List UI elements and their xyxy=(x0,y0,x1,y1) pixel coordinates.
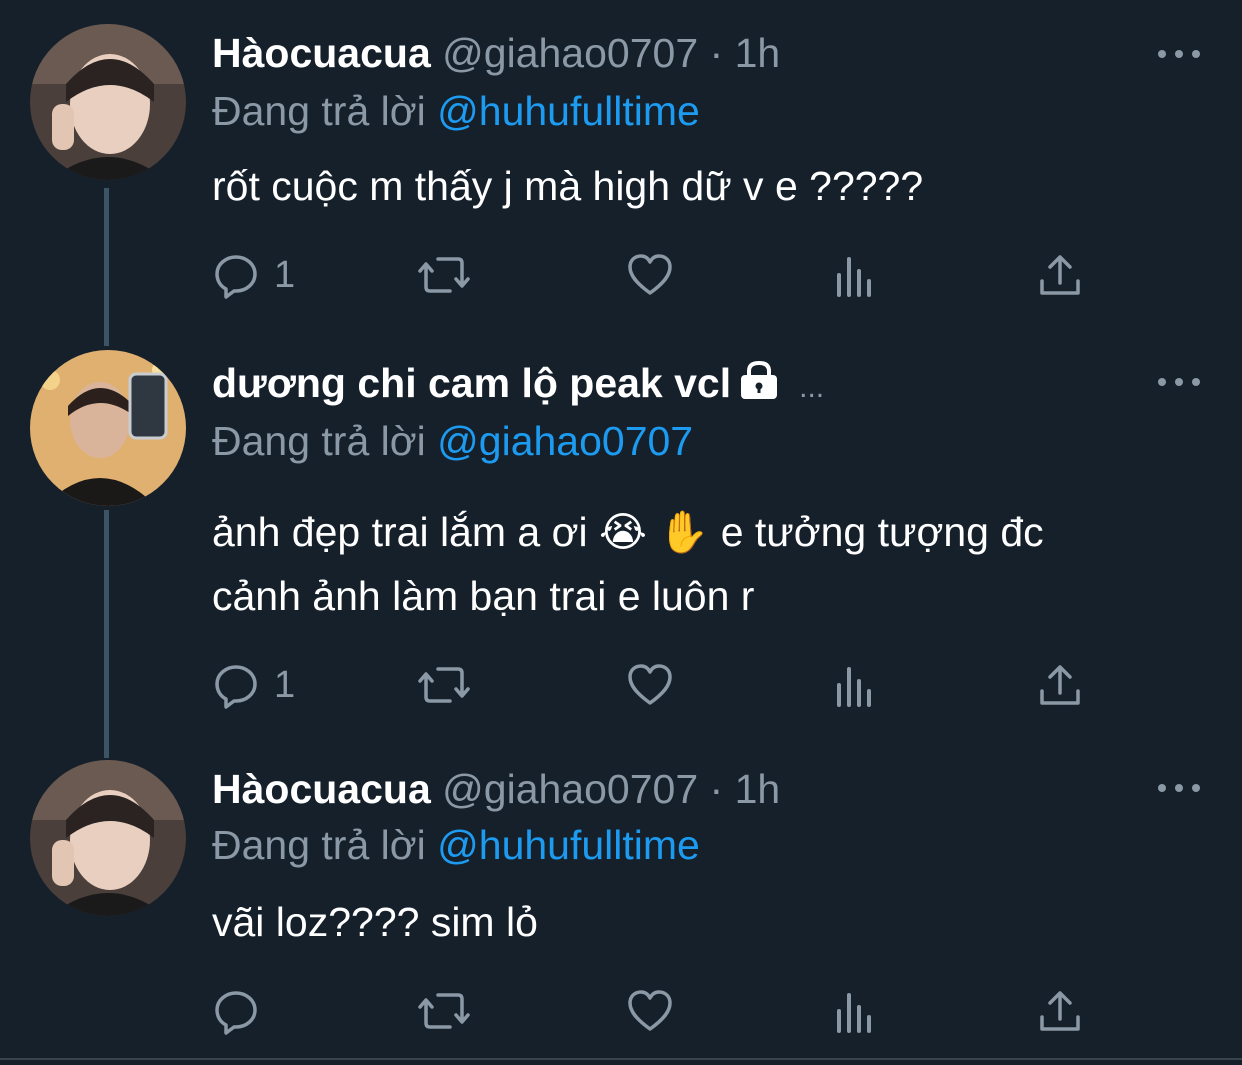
share-icon xyxy=(1040,255,1080,295)
reply-icon xyxy=(215,991,257,1035)
timestamp[interactable]: 1h xyxy=(735,30,781,76)
tweet-text-line: ảnh đẹp trai lắm a ơi 😭 ✋ e tưởng tượng … xyxy=(212,509,1044,555)
separator-dot: · xyxy=(709,30,724,76)
more-icon[interactable] xyxy=(1158,778,1200,798)
views-icon xyxy=(837,993,871,1033)
share-button[interactable] xyxy=(1038,986,1082,1036)
retweet-button[interactable] xyxy=(416,986,472,1036)
tweet-text-line: cảnh ảnh làm bạn trai e luôn r xyxy=(212,573,755,619)
reply-count: 1 xyxy=(274,253,296,296)
more-icon[interactable] xyxy=(1158,44,1200,64)
username[interactable]: @giahao0707 xyxy=(442,30,698,76)
timestamp[interactable]: 1h xyxy=(735,766,781,812)
tweet-header: dương chi cam lộ peak vcl... xyxy=(212,358,824,413)
avatar[interactable] xyxy=(30,760,186,916)
action-bar xyxy=(212,986,1092,1036)
tweet[interactable]: Hàocuacua @giahao0707 · 1h Đang trả lời … xyxy=(0,0,1242,330)
reply-button[interactable] xyxy=(212,986,274,1036)
divider xyxy=(0,1058,1242,1060)
lock-icon xyxy=(741,361,778,399)
reply-icon xyxy=(215,665,257,709)
views-icon xyxy=(837,257,871,297)
avatar[interactable] xyxy=(30,24,186,180)
retweet-icon xyxy=(418,667,470,703)
views-button[interactable] xyxy=(834,250,878,300)
replying-to-label: Đang trả lời xyxy=(212,822,426,868)
reply-button[interactable]: 1 xyxy=(212,250,295,300)
avatar[interactable] xyxy=(30,350,186,506)
reply-count: 1 xyxy=(274,663,296,706)
action-bar: 1 xyxy=(212,660,1092,710)
replying-to-label: Đang trả lời xyxy=(212,88,426,134)
retweet-icon xyxy=(418,993,470,1029)
tweet-header: Hàocuacua @giahao0707 · 1h xyxy=(212,764,780,814)
reply-button[interactable]: 1 xyxy=(212,660,295,710)
display-name[interactable]: Hàocuacua xyxy=(212,766,431,812)
share-button[interactable] xyxy=(1038,250,1082,300)
more-icon[interactable] xyxy=(1158,372,1200,392)
tweet[interactable]: dương chi cam lộ peak vcl... Đang trả lờ… xyxy=(0,330,1242,730)
retweet-button[interactable] xyxy=(416,250,472,300)
mention-link[interactable]: @giahao0707 xyxy=(437,418,693,464)
share-button[interactable] xyxy=(1038,660,1082,710)
tweet-text: vãi loz???? sim lỏ xyxy=(212,899,538,945)
action-bar: 1 xyxy=(212,250,1092,300)
tweet[interactable]: Hàocuacua @giahao0707 · 1h Đang trả lời … xyxy=(0,736,1242,1056)
like-button[interactable] xyxy=(626,986,674,1036)
views-button[interactable] xyxy=(834,986,878,1036)
name-truncation: ... xyxy=(799,371,825,404)
mention-link[interactable]: @huhufulltime xyxy=(437,822,700,868)
share-icon xyxy=(1040,991,1080,1031)
share-icon xyxy=(1040,665,1080,705)
reply-icon xyxy=(215,255,257,299)
replying-to: Đang trả lời @giahao0707 xyxy=(212,416,693,466)
display-name[interactable]: Hàocuacua xyxy=(212,30,431,76)
views-icon xyxy=(837,667,871,707)
tweet-text: rốt cuộc m thấy j mà high dữ v e ????? xyxy=(212,163,924,209)
tweet-header: Hàocuacua @giahao0707 · 1h xyxy=(212,28,780,78)
tweet-text: ảnh đẹp trai lắm a ơi 😭 ✋ e tưởng tượng … xyxy=(212,500,1222,628)
replying-to-label: Đang trả lời xyxy=(212,418,426,464)
like-button[interactable] xyxy=(626,660,674,710)
like-icon xyxy=(628,990,672,1031)
replying-to: Đang trả lời @huhufulltime xyxy=(212,86,700,136)
username[interactable]: @giahao0707 xyxy=(442,766,698,812)
like-icon xyxy=(628,664,672,705)
views-button[interactable] xyxy=(834,660,878,710)
mention-link[interactable]: @huhufulltime xyxy=(437,88,700,134)
like-button[interactable] xyxy=(626,250,674,300)
display-name[interactable]: dương chi cam lộ peak vcl xyxy=(212,360,731,406)
separator-dot: · xyxy=(709,766,724,812)
replying-to: Đang trả lời @huhufulltime xyxy=(212,820,700,870)
retweet-icon xyxy=(418,257,470,293)
retweet-button[interactable] xyxy=(416,660,472,710)
like-icon xyxy=(628,254,672,295)
